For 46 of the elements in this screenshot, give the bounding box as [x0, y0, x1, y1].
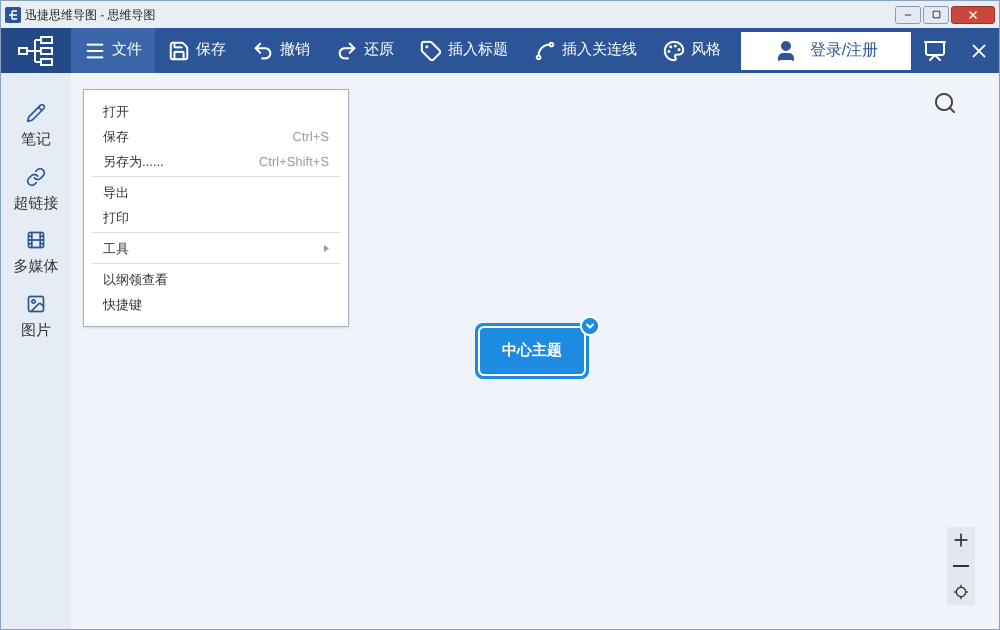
search-icon: [933, 91, 957, 115]
mind-map-menu-button[interactable]: [1, 28, 71, 73]
sidebar-button[interactable]: 笔记: [21, 103, 51, 152]
topic-text: 中心主题: [502, 340, 562, 361]
login-button[interactable]: 登录/注册: [741, 32, 911, 70]
close-icon: [967, 8, 979, 20]
menu-item[interactable]: 另存为...... Ctrl+Shift+S: [92, 149, 340, 174]
menu-item[interactable]: 保存 Ctrl+S: [92, 124, 340, 149]
maximize-button[interactable]: [923, 6, 949, 24]
film-icon: [26, 230, 46, 250]
menu-item[interactable]: 工具: [92, 236, 340, 261]
palette-icon: [663, 40, 685, 62]
save-icon: [168, 40, 190, 62]
toolbar-button[interactable]: 插入标题: [407, 28, 521, 73]
topic-node[interactable]: 中心主题: [475, 323, 589, 379]
mind-map-icon: [18, 36, 54, 66]
undo-icon: [252, 40, 274, 62]
menu-item[interactable]: 快捷键: [92, 292, 340, 317]
menu-item[interactable]: 打印: [92, 205, 340, 230]
collapse-button[interactable]: [580, 316, 600, 336]
app-icon: [5, 6, 21, 22]
close-button[interactable]: [951, 6, 995, 24]
sidebar-button[interactable]: 图片: [21, 294, 51, 342]
toolbar-button[interactable]: 还原: [323, 28, 407, 73]
sidebar-button[interactable]: 多媒体: [14, 230, 58, 278]
toolbar-button[interactable]: 文件: [71, 28, 155, 73]
pencil-icon: [26, 103, 46, 123]
menu-item[interactable]: 导出: [92, 180, 340, 205]
window-title: 迅捷思维导图 - 思维导图: [25, 6, 156, 24]
search-button[interactable]: [933, 91, 957, 115]
tag-icon: [420, 40, 442, 62]
maximize-icon: [932, 10, 940, 19]
redo-icon: [336, 40, 358, 62]
presentation-icon: [923, 38, 947, 62]
toolbar-button[interactable]: 风格: [650, 28, 734, 73]
toolbar-button[interactable]: 保存: [155, 28, 239, 73]
minus-icon: [953, 565, 969, 567]
sidebar-button[interactable]: 超链接: [14, 166, 58, 215]
link-icon: [26, 166, 46, 186]
toolbar-button[interactable]: 插入关连线: [521, 28, 650, 73]
locate-icon: [953, 584, 969, 600]
toolbar-button[interactable]: 撤销: [239, 28, 323, 73]
menu-item[interactable]: 以纲领查看: [92, 267, 340, 292]
menu-item[interactable]: 打开: [92, 99, 340, 124]
image-icon: [26, 294, 46, 314]
curve-icon: [534, 40, 556, 62]
